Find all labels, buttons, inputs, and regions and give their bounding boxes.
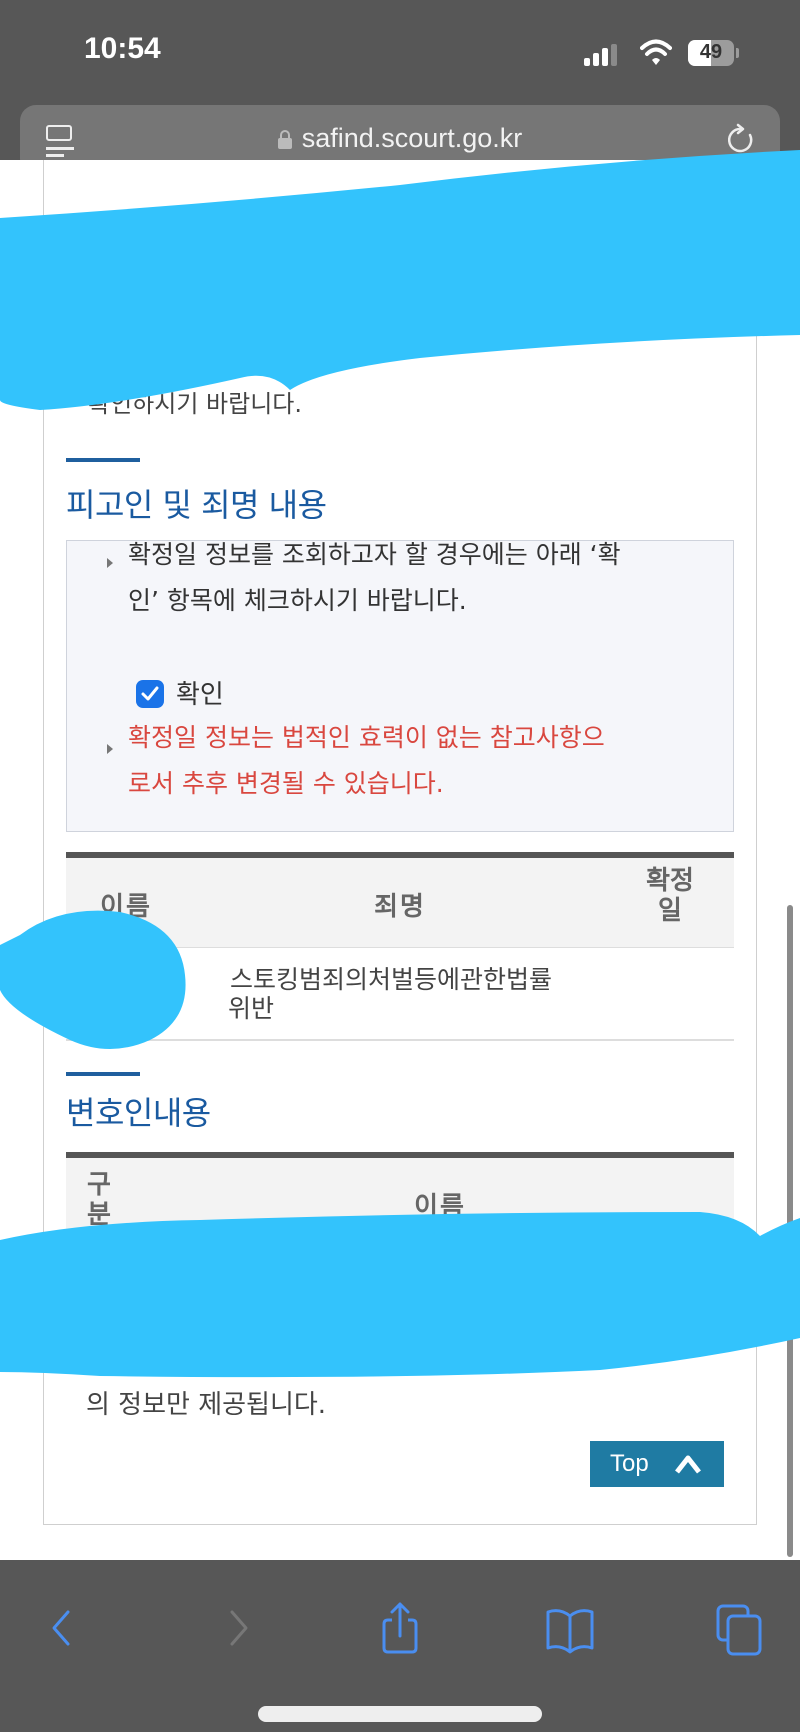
tabs-icon[interactable] (710, 1596, 770, 1656)
share-icon[interactable] (370, 1596, 430, 1656)
redaction-top (0, 150, 800, 410)
redaction-name (0, 910, 186, 1049)
redaction-bottom (0, 1212, 800, 1378)
chevron-left-icon[interactable] (34, 1596, 94, 1656)
phone-screen: 10:54 49 safind.scourt.go.kr 확인하시기 바랍니다.… (0, 0, 800, 1732)
home-indicator[interactable] (258, 1706, 542, 1722)
redaction-overlays (0, 150, 800, 1378)
chevron-right-icon[interactable] (206, 1596, 266, 1656)
book-icon[interactable] (540, 1596, 600, 1656)
